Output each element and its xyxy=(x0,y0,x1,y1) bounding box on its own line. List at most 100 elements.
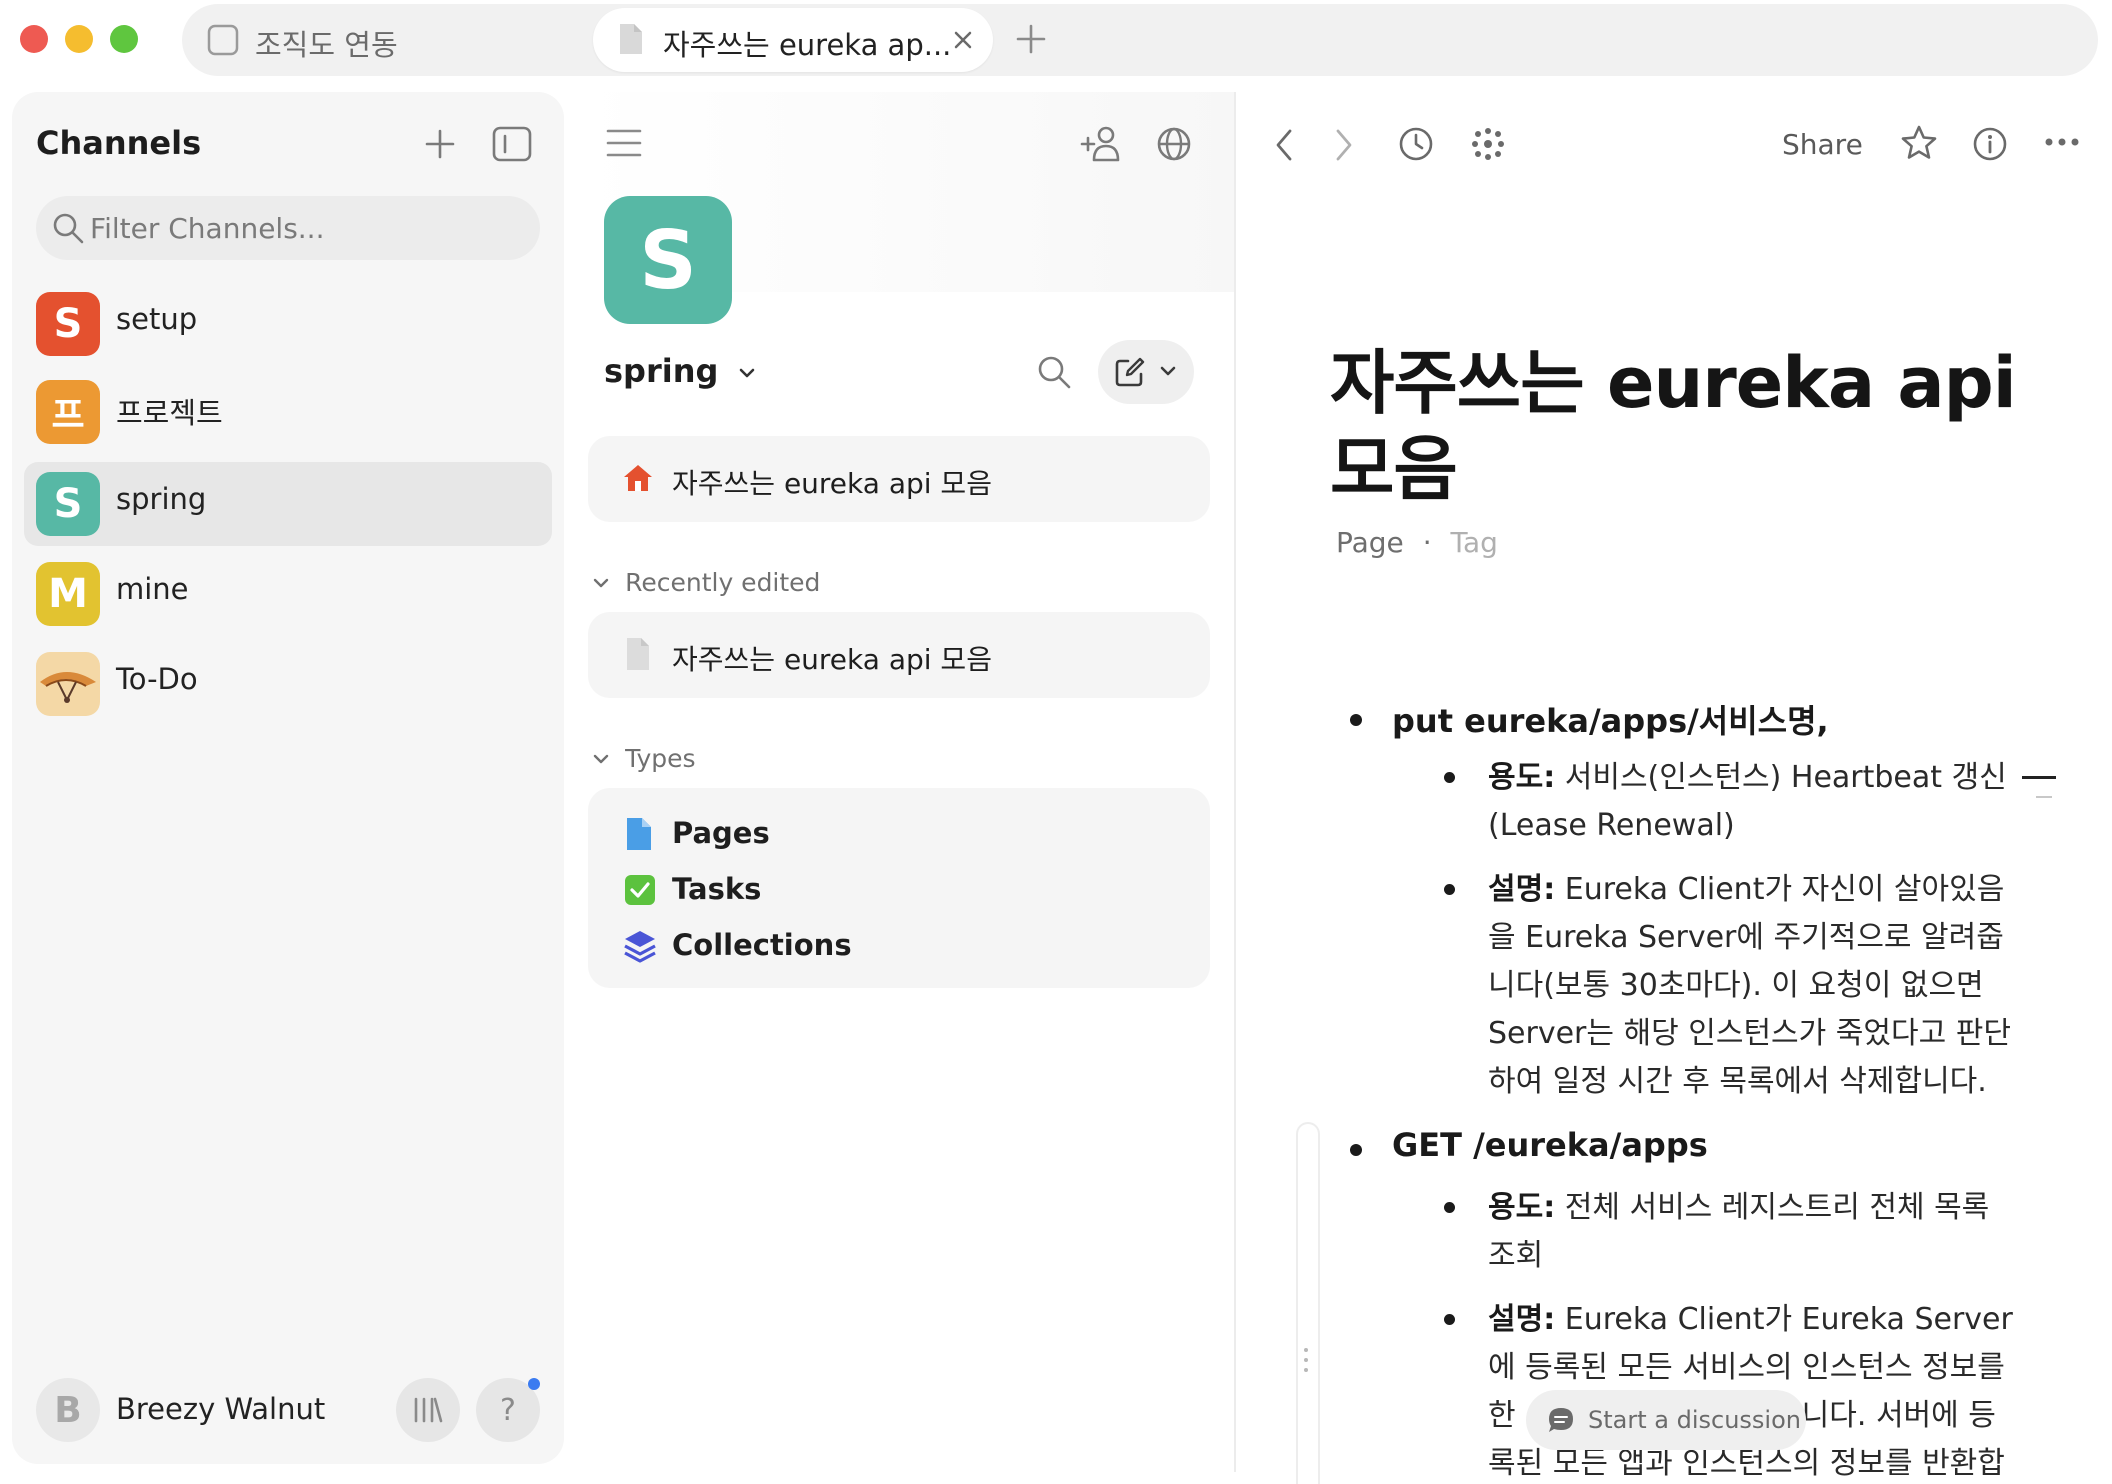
type-label: Pages xyxy=(672,816,770,850)
filter-channels-input[interactable] xyxy=(90,196,520,260)
filter-channels[interactable] xyxy=(36,196,540,260)
bullet-label: 용도: xyxy=(1488,1190,1556,1225)
meta-separator: · xyxy=(1422,526,1432,559)
star-icon[interactable] xyxy=(1900,124,1938,162)
bullet-line: 을 Eureka Server에 주기적으로 알려줍 xyxy=(1488,920,2004,955)
bullet-line: 전체 서비스 레지스트리 전체 목록 xyxy=(1555,1190,1990,1225)
forward-icon[interactable] xyxy=(1334,128,1354,162)
search-icon xyxy=(53,213,84,244)
channel-item-mine[interactable]: M mine xyxy=(24,552,552,636)
channel-avatar: 프 xyxy=(36,380,100,444)
close-tab-icon[interactable] xyxy=(951,28,975,52)
bullet-body[interactable]: 설명: Eureka Client가 자신이 살아있음 을 Eureka Ser… xyxy=(1488,866,2028,1106)
bullet xyxy=(1444,1202,1455,1213)
zoom-window-button[interactable] xyxy=(110,25,138,53)
section-title: Types xyxy=(625,744,696,773)
space-avatar: S xyxy=(604,196,732,324)
add-member-icon[interactable] xyxy=(1080,124,1122,164)
bullet-heading[interactable]: GET /eureka/apps xyxy=(1392,1126,1708,1164)
space-name-dropdown[interactable]: spring xyxy=(604,352,756,390)
checkbox-icon xyxy=(625,875,655,905)
page-icon xyxy=(627,818,651,850)
library-button[interactable] xyxy=(396,1378,460,1442)
tab-org-chart[interactable]: 조직도 연동 xyxy=(200,10,580,70)
tab-eureka-api[interactable]: 자주쓰는 eureka ap... xyxy=(593,8,993,72)
new-page-button[interactable] xyxy=(1098,340,1194,404)
checkbox-icon xyxy=(207,24,239,56)
bullet-line: 조회 xyxy=(1488,1238,1544,1273)
channel-item-todo[interactable]: To-Do xyxy=(24,642,552,726)
chat-bubble-icon xyxy=(1549,1408,1573,1432)
bullet-label: 설명: xyxy=(1488,1302,1556,1337)
scroll-rail[interactable] xyxy=(1296,1122,1320,1484)
globe-icon[interactable] xyxy=(1156,126,1192,162)
section-title: Recently edited xyxy=(625,568,821,597)
panel-divider xyxy=(1234,92,1236,1472)
channels-title: Channels xyxy=(36,124,202,162)
help-label: ? xyxy=(500,1392,516,1428)
recently-edited-toggle[interactable]: Recently edited xyxy=(592,568,820,597)
search-icon[interactable] xyxy=(1036,354,1072,390)
page-type[interactable]: Page xyxy=(1336,526,1404,559)
bullet xyxy=(1350,1144,1362,1156)
channel-item-project[interactable]: 프 프로젝트 xyxy=(24,370,552,454)
outline-marker[interactable] xyxy=(2022,776,2056,779)
more-icon[interactable] xyxy=(2044,136,2080,148)
type-item-collections[interactable]: Collections xyxy=(622,924,1182,968)
channel-avatar: M xyxy=(36,562,100,626)
bullet-body[interactable]: 용도: 전체 서비스 레지스트리 전체 목록 조회 xyxy=(1488,1184,2028,1280)
recent-page-item[interactable]: 자주쓰는 eureka api 모음 xyxy=(588,612,1210,698)
space-name: spring xyxy=(604,352,719,390)
hang-glider-icon xyxy=(36,652,100,716)
chevron-down-icon xyxy=(1160,366,1176,376)
page-title[interactable]: 자주쓰는 eureka api 모음 xyxy=(1330,340,2030,512)
chevron-down-icon xyxy=(739,368,754,378)
share-button[interactable]: Share xyxy=(1782,128,1863,161)
channel-label: To-Do xyxy=(116,662,198,696)
add-channel-icon[interactable] xyxy=(424,128,456,160)
bullet-heading[interactable]: put eureka/apps/서비스명, xyxy=(1392,696,1829,742)
compose-icon xyxy=(1115,357,1145,387)
start-discussion-button[interactable]: Start a discussion xyxy=(1526,1390,1806,1450)
page-title-line: 모음 xyxy=(1330,428,1458,510)
notification-dot xyxy=(528,1378,540,1390)
channel-avatar: S xyxy=(36,472,100,536)
channel-item-spring[interactable]: S spring xyxy=(24,462,552,546)
drag-handle-icon[interactable] xyxy=(1302,1346,1310,1374)
recent-page-label: 자주쓰는 eureka api 모음 xyxy=(672,643,992,676)
bullet-label: 설명: xyxy=(1488,872,1556,907)
bullet-line: Server는 해당 인스턴스가 죽었다고 판단 xyxy=(1488,1016,2011,1051)
info-icon[interactable] xyxy=(1972,126,2008,162)
tab-label: 자주쓰는 eureka ap... xyxy=(663,28,952,62)
chevron-down-icon xyxy=(593,754,609,763)
channel-label: mine xyxy=(116,572,189,606)
type-item-pages[interactable]: Pages xyxy=(622,812,1182,856)
page-meta: Page · Tag xyxy=(1336,526,1498,559)
new-tab-icon[interactable] xyxy=(1014,22,1048,56)
toggle-sidebar-icon[interactable] xyxy=(492,126,532,162)
bullet-line: Eureka Client가 자신이 살아있음 xyxy=(1555,872,2005,907)
menu-icon[interactable] xyxy=(606,128,642,158)
library-icon xyxy=(414,1397,443,1423)
document-icon xyxy=(620,24,642,54)
channel-avatar: S xyxy=(36,292,100,356)
page-title-line: 자주쓰는 eureka api xyxy=(1330,342,2017,424)
outline-marker[interactable] xyxy=(2036,796,2052,798)
history-icon[interactable] xyxy=(1398,126,1434,162)
user-avatar[interactable]: B xyxy=(36,1378,100,1442)
types-toggle[interactable]: Types xyxy=(592,744,696,773)
bullet-line: Eureka Client가 Eureka Server xyxy=(1555,1302,2013,1337)
user-name[interactable]: Breezy Walnut xyxy=(116,1392,325,1426)
bullet-body[interactable]: 용도: 서비스(인스턴스) Heartbeat 갱신 (Lease Renewa… xyxy=(1488,754,2028,850)
graph-icon[interactable] xyxy=(1470,126,1506,162)
type-label: Tasks xyxy=(672,872,762,906)
home-icon xyxy=(624,465,652,491)
minimize-window-button[interactable] xyxy=(65,25,93,53)
channel-item-setup[interactable]: S setup xyxy=(24,282,552,366)
home-page-item[interactable]: 자주쓰는 eureka api 모음 xyxy=(588,436,1210,522)
bullet-line: (Lease Renewal) xyxy=(1488,808,1735,843)
close-window-button[interactable] xyxy=(20,25,48,53)
back-icon[interactable] xyxy=(1274,128,1294,162)
add-tag[interactable]: Tag xyxy=(1451,526,1498,559)
type-item-tasks[interactable]: Tasks xyxy=(622,868,1182,912)
